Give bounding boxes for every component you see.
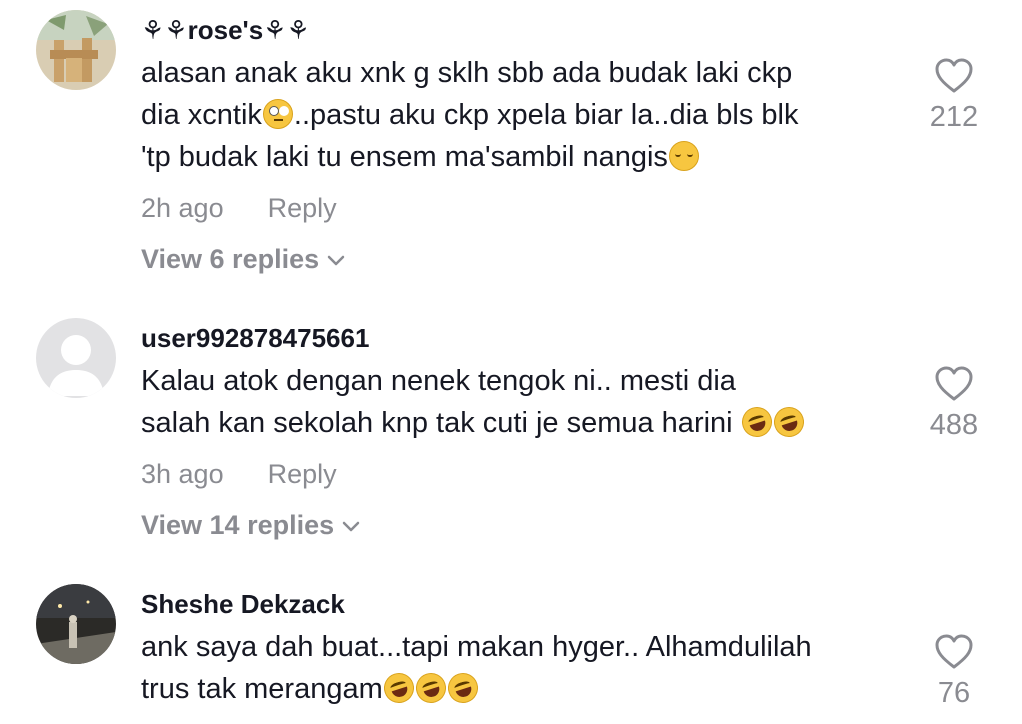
comment-text: ank saya dah buat...tapi makan hyger.. A… bbox=[141, 626, 901, 710]
rolling-on-floor-laughing-icon bbox=[411, 669, 450, 707]
view-replies-button[interactable]: View 6 replies bbox=[141, 243, 345, 275]
like-count: 488 bbox=[929, 409, 979, 441]
comment-text-line: 'tp budak laki tu ensem ma'sambil nangis bbox=[141, 136, 901, 178]
rolling-on-floor-laughing-icon bbox=[443, 669, 482, 707]
comment-text-line: ank saya dah buat...tapi makan hyger.. A… bbox=[141, 631, 812, 663]
heart-outline-icon[interactable] bbox=[934, 366, 974, 402]
rolling-on-floor-laughing-icon bbox=[769, 403, 808, 441]
like-control: 212 bbox=[909, 58, 999, 134]
comment-username[interactable]: ⚘⚘rose's⚘⚘ bbox=[141, 14, 310, 46]
comment-text-line: trus tak merangam bbox=[141, 668, 901, 710]
comment-text-line: salah kan sekolah knp tak cuti je semua … bbox=[141, 402, 901, 444]
rolling-on-floor-laughing-icon bbox=[379, 669, 418, 707]
reply-button[interactable]: Reply bbox=[268, 193, 337, 223]
comment-meta: 3h ago Reply bbox=[141, 458, 337, 490]
comment-username[interactable]: Sheshe Dekzack bbox=[141, 588, 345, 620]
comment-text-line: Kalau atok dengan nenek tengok ni.. mest… bbox=[141, 365, 736, 397]
avatar[interactable] bbox=[36, 584, 116, 664]
comment-text-line: alasan anak aku xnk g sklh sbb ada budak… bbox=[141, 57, 793, 89]
chevron-down-icon bbox=[327, 255, 345, 266]
chevron-down-icon bbox=[342, 521, 360, 532]
like-control: 76 bbox=[909, 634, 999, 710]
heart-outline-icon[interactable] bbox=[934, 58, 974, 94]
view-replies-button[interactable]: View 14 replies bbox=[141, 509, 360, 541]
like-count: 212 bbox=[929, 101, 979, 133]
comment-text-line: dia xcntik ..pastu aku ckp xpela biar la.… bbox=[141, 99, 799, 131]
like-control: 488 bbox=[909, 366, 999, 442]
reply-button[interactable]: Reply bbox=[268, 459, 337, 489]
face-with-rolling-eyes-icon bbox=[262, 99, 293, 129]
comment-text: Kalau atok dengan nenek tengok ni.. mest… bbox=[141, 360, 901, 444]
like-count: 76 bbox=[937, 677, 971, 709]
comment-timestamp: 2h ago bbox=[141, 193, 224, 223]
comment-username[interactable]: user992878475661 bbox=[141, 322, 369, 354]
comment-timestamp: 3h ago bbox=[141, 459, 224, 489]
heart-outline-icon[interactable] bbox=[934, 634, 974, 670]
relieved-face-icon bbox=[668, 141, 699, 171]
comment-text: alasan anak aku xnk g sklh sbb ada budak… bbox=[141, 52, 901, 178]
view-replies-label: View 6 replies bbox=[141, 244, 320, 274]
comment-meta: 2h ago Reply bbox=[141, 192, 337, 224]
avatar[interactable] bbox=[36, 10, 116, 90]
rolling-on-floor-laughing-icon bbox=[737, 403, 776, 441]
view-replies-label: View 14 replies bbox=[141, 510, 335, 540]
avatar[interactable] bbox=[36, 318, 116, 398]
